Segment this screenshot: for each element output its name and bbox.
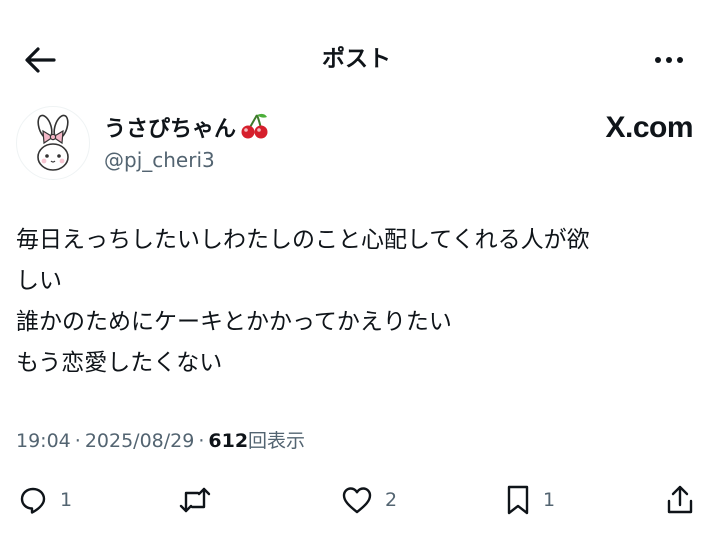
bookmark-count: 1 (543, 489, 556, 511)
more-options-button[interactable] (641, 40, 697, 80)
bookmark-button[interactable]: 1 (505, 482, 555, 518)
reply-button[interactable]: 1 (18, 482, 72, 518)
meta-separator: · (198, 430, 205, 452)
more-dot (666, 57, 672, 63)
views-count: 612 (208, 430, 249, 452)
post-author: うさぴちゃん @pj_cheri3 (16, 106, 696, 186)
meta-separator: · (74, 430, 81, 452)
retweet-icon (179, 487, 211, 513)
like-button[interactable]: 2 (341, 482, 397, 518)
bunny-avatar-image (37, 114, 69, 171)
share-icon (667, 485, 693, 514)
post-time[interactable]: 19:04 (16, 430, 71, 452)
post-line: しい (16, 268, 62, 294)
post-text: 毎日えっちしたいしわたしのこと心配してくれる人が欲 しい 誰かのためにケーキとか… (16, 220, 696, 384)
more-dot (677, 57, 683, 63)
bookmark-icon (507, 485, 529, 515)
reply-icon (20, 487, 46, 514)
retweet-button[interactable] (178, 482, 224, 518)
action-bar: 1 2 1 (0, 476, 713, 524)
share-button[interactable] (665, 482, 695, 518)
like-count: 2 (385, 489, 398, 511)
display-name-text: うさぴちゃん (104, 117, 237, 142)
page-title: ポスト (322, 46, 391, 72)
cherry-emoji-icon (240, 112, 270, 150)
reply-count: 1 (60, 489, 73, 511)
avatar[interactable] (16, 106, 90, 180)
post-line: もう恋愛したくない (16, 350, 223, 376)
post-date[interactable]: 2025/08/29 (85, 430, 195, 452)
post-meta: 19:04 · 2025/08/29 · 612回表示 (16, 426, 305, 456)
heart-icon (342, 487, 372, 514)
x-com-watermark: X.com (605, 111, 693, 144)
user-handle[interactable]: @pj_cheri3 (104, 146, 215, 174)
top-navigation-bar: ポスト (0, 0, 713, 110)
post-line: 誰かのためにケーキとかかってかえりたい (16, 309, 452, 335)
post-line: 毎日えっちしたいしわたしのこと心配してくれる人が欲 (16, 227, 590, 253)
display-name[interactable]: うさぴちゃん (104, 112, 270, 150)
more-horizontal-icon (655, 57, 661, 63)
views-label: 回表示 (248, 430, 306, 452)
